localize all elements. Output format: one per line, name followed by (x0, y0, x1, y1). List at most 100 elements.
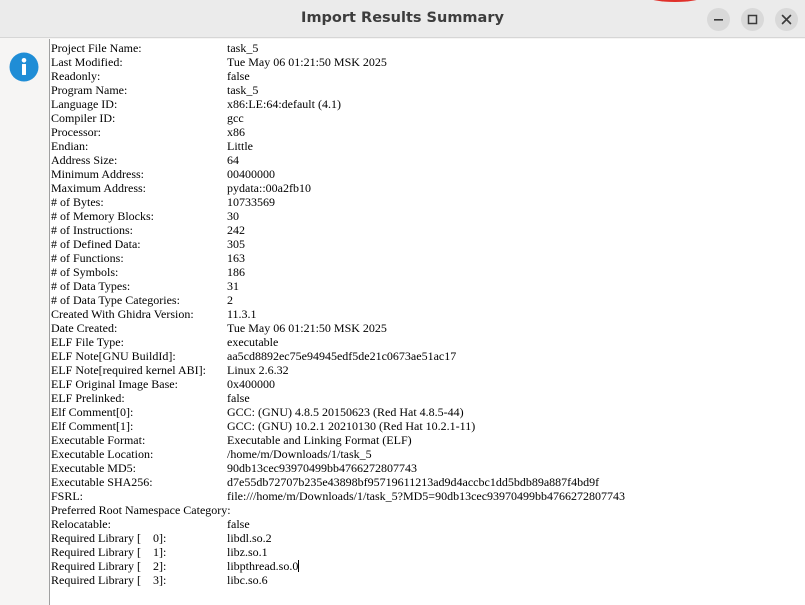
summary-key: Required Library [ 2]: (51, 559, 167, 573)
summary-key: # of Data Type Categories: (51, 293, 180, 307)
summary-value: file:///home/m/Downloads/1/task_5?MD5=90… (227, 489, 626, 503)
summary-row: Required Library [ 1]: libz.so.1 (51, 545, 801, 559)
close-button[interactable] (775, 8, 798, 31)
summary-key: Last Modified: (51, 55, 123, 69)
summary-value: 10733569 (227, 195, 275, 209)
summary-row: # of Defined Data: 305 (51, 237, 801, 251)
summary-row: Preferred Root Namespace Category: (51, 503, 801, 517)
summary-list: Project File Name: task_5 Last Modified: Tu… (51, 41, 801, 587)
summary-row: Language ID: x86:LE:64:default (4.1) (51, 97, 801, 111)
summary-value: GCC: (GNU) 4.8.5 20150623 (Red Hat 4.8.5… (227, 405, 464, 419)
summary-key: Minimum Address: (51, 167, 145, 181)
summary-key: # of Instructions: (51, 223, 133, 237)
summary-key: ELF Note[GNU BuildId]: (51, 349, 176, 363)
summary-key: # of Symbols: (51, 265, 119, 279)
summary-text-area[interactable]: Project File Name: task_5 Last Modified: Tu… (49, 39, 805, 605)
summary-row: Required Library [ 0]: libdl.so.2 (51, 531, 801, 545)
summary-value: x86 (227, 125, 245, 139)
minimize-button[interactable] (707, 8, 730, 31)
summary-value: gcc (227, 111, 244, 125)
summary-row: ELF Note[required kernel ABI]: Linux 2.6.… (51, 363, 801, 377)
summary-row: # of Instructions: 242 (51, 223, 801, 237)
summary-key: # of Bytes: (51, 195, 104, 209)
summary-key: Processor: (51, 125, 101, 139)
summary-row: # of Bytes: 10733569 (51, 195, 801, 209)
summary-key: Created With Ghidra Version: (51, 307, 194, 321)
summary-value: false (227, 517, 250, 531)
summary-key: # of Defined Data: (51, 237, 141, 251)
summary-key: Maximum Address: (51, 181, 146, 195)
summary-key: Address Size: (51, 153, 118, 167)
summary-value: 2 (227, 293, 233, 307)
summary-key: Preferred Root Namespace Category: (51, 503, 231, 517)
close-icon (781, 14, 792, 25)
summary-key: Endian: (51, 139, 89, 153)
summary-row: Endian: Little (51, 139, 801, 153)
summary-value: GCC: (GNU) 10.2.1 20210130 (Red Hat 10.2… (227, 419, 476, 433)
summary-row: ELF Prelinked: false (51, 391, 801, 405)
summary-row: Executable MD5: 90db13cec93970499bb476627… (51, 461, 801, 475)
summary-value: 186 (227, 265, 245, 279)
summary-value: false (227, 391, 250, 405)
summary-key: # of Memory Blocks: (51, 209, 154, 223)
summary-value: task_5 (227, 41, 259, 55)
summary-key: Elf Comment[1]: (51, 419, 134, 433)
summary-key: Date Created: (51, 321, 118, 335)
summary-value: 163 (227, 251, 245, 265)
maximize-icon (747, 14, 758, 25)
summary-row: # of Data Type Categories: 2 (51, 293, 801, 307)
summary-key: Executable MD5: (51, 461, 136, 475)
summary-key: Required Library [ 0]: (51, 531, 167, 545)
summary-row: Compiler ID: gcc (51, 111, 801, 125)
summary-row: Date Created: Tue May 06 01:21:50 MSK 202… (51, 321, 801, 335)
summary-row: Required Library [ 2]: libpthread.so.0 (51, 559, 801, 573)
summary-key: Elf Comment[0]: (51, 405, 134, 419)
summary-key: Executable Location: (51, 447, 154, 461)
summary-key: Program Name: (51, 83, 128, 97)
summary-row: Maximum Address: pydata::00a2fb10 (51, 181, 801, 195)
summary-key: Readonly: (51, 69, 101, 83)
summary-value: false (227, 69, 250, 83)
summary-key: # of Functions: (51, 251, 124, 265)
maximize-button[interactable] (741, 8, 764, 31)
summary-key: Relocatable: (51, 517, 111, 531)
summary-value: d7e55db72707b235e43898bf95719611213ad9d4… (227, 475, 600, 489)
summary-row: Project File Name: task_5 (51, 41, 801, 55)
summary-row: Elf Comment[0]: GCC: (GNU) 4.8.5 20150623… (51, 405, 801, 419)
text-caret (298, 560, 300, 572)
summary-value: 242 (227, 223, 245, 237)
summary-key: FSRL: (51, 489, 84, 503)
summary-row: ELF File Type: executable (51, 335, 801, 349)
summary-row: Executable Format: Executable and Linking… (51, 433, 801, 447)
window-title: Import Results Summary (301, 10, 504, 26)
summary-row: Minimum Address: 00400000 (51, 167, 801, 181)
summary-key: # of Data Types: (51, 279, 131, 293)
summary-value: libc.so.6 (227, 573, 268, 587)
summary-row: # of Memory Blocks: 30 (51, 209, 801, 223)
summary-row: Executable Location: /home/m/Downloads/1/… (51, 447, 801, 461)
summary-row: Required Library [ 3]: libc.so.6 (51, 573, 801, 587)
summary-value: libz.so.1 (227, 545, 268, 559)
summary-row: Created With Ghidra Version: 11.3.1 (51, 307, 801, 321)
summary-value: 30 (227, 209, 239, 223)
summary-value: 0x400000 (227, 377, 275, 391)
summary-value: executable (227, 335, 279, 349)
summary-row: Address Size: 64 (51, 153, 801, 167)
summary-value: 64 (227, 153, 239, 167)
summary-key: Language ID: (51, 97, 118, 111)
summary-key: Compiler ID: (51, 111, 116, 125)
summary-key: Required Library [ 3]: (51, 573, 167, 587)
summary-value: Executable and Linking Format (ELF) (227, 433, 412, 447)
summary-key: ELF Note[required kernel ABI]: (51, 363, 206, 377)
summary-value: pydata::00a2fb10 (227, 181, 311, 195)
summary-value: Tue May 06 01:21:50 MSK 2025 (227, 321, 387, 335)
summary-key: ELF File Type: (51, 335, 124, 349)
summary-key: Required Library [ 1]: (51, 545, 167, 559)
title-bar: Import Results Summary (0, 0, 805, 38)
info-icon (9, 52, 39, 82)
summary-row: Last Modified: Tue May 06 01:21:50 MSK 20… (51, 55, 801, 69)
minimize-icon (714, 19, 723, 21)
summary-row: ELF Original Image Base: 0x400000 (51, 377, 801, 391)
summary-row: FSRL: file:///home/m/Downloads/1/task_5?M… (51, 489, 801, 503)
summary-row: Relocatable: false (51, 517, 801, 531)
